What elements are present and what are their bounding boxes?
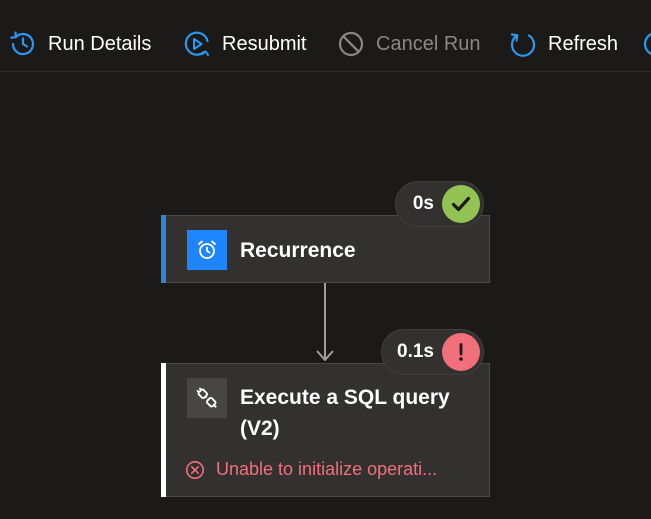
cancel-icon — [338, 31, 364, 57]
exclamation-icon — [442, 333, 480, 371]
checkmark-icon — [442, 185, 480, 223]
designer-canvas: Recurrence 0s Execute a SQL query (V2) U… — [0, 73, 651, 519]
cancel-run-button[interactable]: Cancel Run — [336, 28, 481, 60]
history-icon — [10, 31, 35, 56]
action-card-sql-query[interactable]: Execute a SQL query (V2) Unable to initi… — [161, 363, 490, 497]
play-resubmit-icon — [184, 31, 209, 56]
refresh-icon — [510, 33, 536, 57]
action-title: Execute a SQL query (V2) — [240, 386, 450, 440]
run-details-button[interactable]: Run Details — [8, 28, 151, 60]
connector-arrow — [316, 283, 334, 361]
alarm-clock-icon — [187, 230, 227, 270]
run-toolbar: Run Details Resubmit Cancel Run Refresh — [0, 0, 651, 72]
partial-toolbar-icon — [643, 32, 651, 56]
plug-connection-icon — [187, 378, 227, 418]
resubmit-button[interactable]: Resubmit — [182, 28, 306, 60]
run-status-badge: 0.1s — [381, 329, 484, 375]
refresh-label: Refresh — [548, 32, 619, 55]
overflow-toolbar-button[interactable] — [641, 28, 651, 60]
refresh-button[interactable]: Refresh — [508, 28, 618, 60]
card-accent-bar — [161, 363, 166, 497]
action-title: Recurrence — [240, 239, 356, 262]
run-status-badge: 0s — [395, 181, 484, 227]
run-details-label: Run Details — [48, 32, 152, 55]
error-message: Unable to initialize operati... — [185, 459, 437, 480]
cancel-run-label: Cancel Run — [376, 32, 481, 55]
resubmit-label: Resubmit — [222, 32, 307, 55]
error-text: Unable to initialize operati... — [216, 459, 438, 479]
card-accent-bar — [161, 215, 166, 283]
duration-label: 0.1s — [397, 341, 434, 362]
duration-label: 0s — [412, 193, 434, 214]
error-circle-icon — [186, 460, 204, 479]
